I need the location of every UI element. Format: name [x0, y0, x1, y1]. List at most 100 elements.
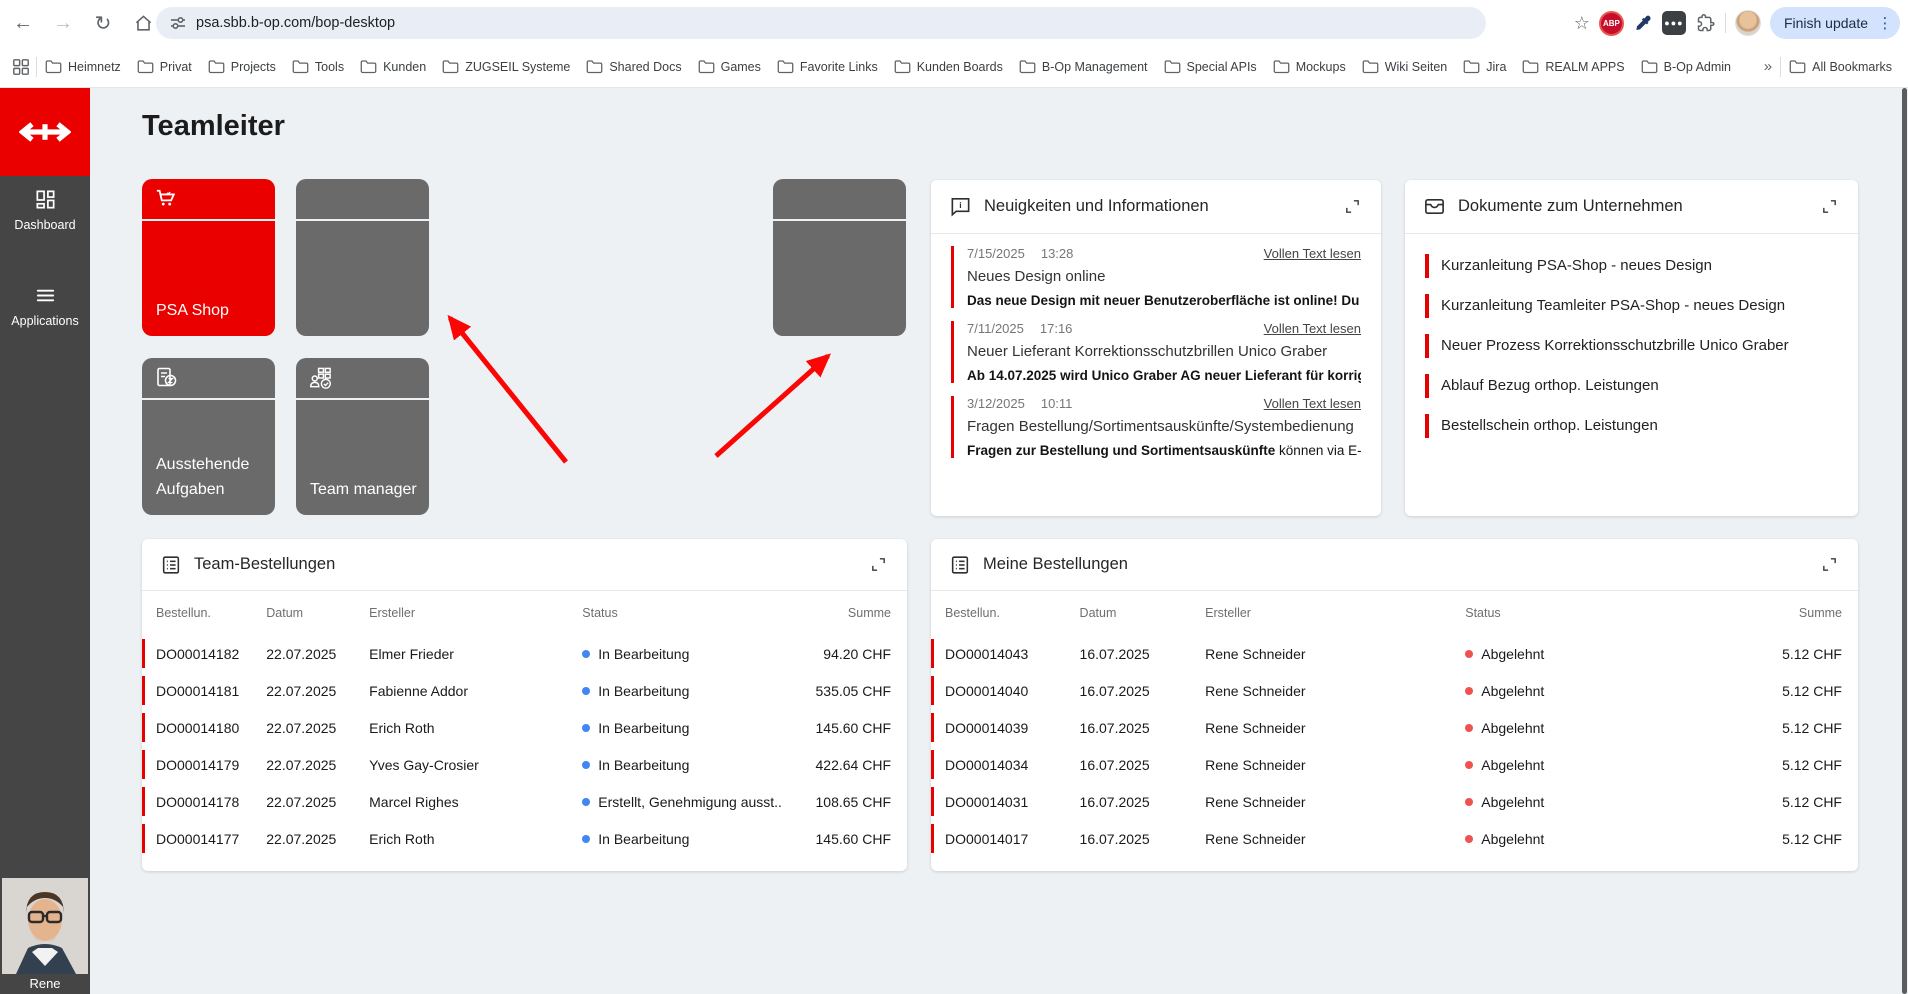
order-status: In Bearbeitung [582, 831, 781, 847]
table-row[interactable]: DO00014039 16.07.2025 Rene Schneider Abg… [931, 709, 1858, 746]
bookmark-folder[interactable]: Projects [200, 53, 284, 81]
tile-empty-1[interactable] [296, 179, 429, 336]
bookmark-folder[interactable]: Jira [1455, 53, 1514, 81]
bookmark-folder[interactable]: REALM APPS [1514, 53, 1632, 81]
table-row[interactable]: DO00014179 22.07.2025 Yves Gay-Crosier I… [142, 746, 907, 783]
bookmark-folder[interactable]: Tools [284, 53, 352, 81]
bookmark-folder[interactable]: Privat [129, 53, 200, 81]
table-row[interactable]: DO00014031 16.07.2025 Rene Schneider Abg… [931, 783, 1858, 820]
read-full-text-link[interactable]: Vollen Text lesen [1264, 246, 1361, 261]
table-row[interactable]: DO00014177 22.07.2025 Erich Roth In Bear… [142, 820, 907, 857]
sbb-logo[interactable] [0, 88, 90, 176]
bookmark-folder[interactable]: ZUGSEIL Systeme [434, 53, 578, 81]
bookmark-folder[interactable]: Kunden Boards [886, 53, 1011, 81]
tile-team-manager[interactable]: Team manager [296, 358, 429, 515]
column-header-summe[interactable]: Summe [781, 606, 891, 620]
table-row[interactable]: DO00014182 22.07.2025 Elmer Frieder In B… [142, 635, 907, 672]
reload-icon[interactable]: ↻ [86, 6, 120, 40]
folder-icon [586, 59, 603, 74]
folder-icon [1789, 59, 1806, 74]
column-header-summe[interactable]: Summe [1732, 606, 1842, 620]
column-header-bestellnummer[interactable]: Bestellun. [156, 606, 266, 620]
finish-update-button[interactable]: Finish update ⋮ [1770, 7, 1900, 39]
documents-list: Kurzanleitung PSA-Shop - neues Design Ku… [1405, 234, 1858, 438]
bookmark-folder[interactable]: B-Op Admin [1633, 53, 1739, 81]
news-time: 13:28 [1041, 246, 1074, 261]
address-bar[interactable]: psa.sbb.b-op.com/bop-desktop [156, 7, 1486, 39]
browser-profile-avatar[interactable] [1735, 10, 1761, 36]
bookmark-label: Privat [160, 60, 192, 74]
tile-label: Team manager [310, 478, 419, 503]
table-row[interactable]: DO00014180 22.07.2025 Erich Roth In Bear… [142, 709, 907, 746]
sidebar-item-dashboard[interactable]: Dashboard [0, 188, 90, 232]
all-bookmarks-button[interactable]: All Bookmarks [1781, 53, 1900, 81]
my-orders-rows: DO00014043 16.07.2025 Rene Schneider Abg… [931, 635, 1858, 857]
document-link[interactable]: Neuer Prozess Korrektionsschutzbrille Un… [1425, 334, 1838, 358]
status-dot-icon [582, 650, 590, 658]
bookmarks-overflow-icon[interactable]: » [1756, 58, 1780, 75]
document-link[interactable]: Kurzanleitung Teamleiter PSA-Shop - neue… [1425, 294, 1838, 318]
read-full-text-link[interactable]: Vollen Text lesen [1264, 321, 1361, 336]
column-header-datum[interactable]: Datum [266, 606, 369, 620]
document-link[interactable]: Ablauf Bezug orthop. Leistungen [1425, 374, 1838, 398]
expand-icon[interactable] [867, 554, 889, 576]
order-id: DO00014040 [945, 683, 1080, 699]
order-status: In Bearbeitung [582, 646, 781, 662]
tile-pending-tasks[interactable]: Ausstehende Aufgaben [142, 358, 275, 515]
column-header-status[interactable]: Status [1465, 606, 1732, 620]
document-link[interactable]: Kurzanleitung PSA-Shop - neues Design [1425, 254, 1838, 278]
column-header-bestellnummer[interactable]: Bestellun. [945, 606, 1080, 620]
news-title[interactable]: Fragen Bestellung/Sortimentsauskünfte/Sy… [967, 418, 1361, 435]
expand-icon[interactable] [1818, 554, 1840, 576]
tile-psa-shop[interactable]: PSA Shop [142, 179, 275, 336]
url-text: psa.sbb.b-op.com/bop-desktop [196, 15, 395, 31]
bookmark-folder[interactable]: Special APIs [1156, 53, 1265, 81]
folder-icon [894, 59, 911, 74]
expand-icon[interactable] [1818, 196, 1840, 218]
browser-menu-icon[interactable]: ⋮ [1876, 14, 1894, 32]
scrollbar-thumb[interactable] [1902, 88, 1907, 994]
bookmark-folder[interactable]: Heimnetz [37, 53, 129, 81]
status-dot-icon [1465, 835, 1473, 843]
notes-extension-icon[interactable]: ●●● [1662, 11, 1686, 35]
column-header-datum[interactable]: Datum [1080, 606, 1206, 620]
column-header-status[interactable]: Status [582, 606, 781, 620]
bookmark-folder[interactable]: Mockups [1265, 53, 1354, 81]
home-icon[interactable] [126, 6, 160, 40]
column-header-ersteller[interactable]: Ersteller [1205, 606, 1465, 620]
forward-icon[interactable]: → [46, 6, 80, 40]
bookmark-folder[interactable]: Favorite Links [769, 53, 886, 81]
document-link[interactable]: Bestellschein orthop. Leistungen [1425, 414, 1838, 438]
table-row[interactable]: DO00014017 16.07.2025 Rene Schneider Abg… [931, 820, 1858, 857]
dashboard-icon [34, 188, 57, 211]
back-icon[interactable]: ← [6, 6, 40, 40]
table-row[interactable]: DO00014034 16.07.2025 Rene Schneider Abg… [931, 746, 1858, 783]
table-row[interactable]: DO00014181 22.07.2025 Fabienne Addor In … [142, 672, 907, 709]
site-settings-icon[interactable] [170, 15, 186, 31]
bookmark-folder[interactable]: Wiki Seiten [1354, 53, 1456, 81]
expand-icon[interactable] [1341, 196, 1363, 218]
order-status: Abgelehnt [1465, 646, 1732, 662]
bookmark-folder[interactable]: Shared Docs [578, 53, 689, 81]
bookmark-folder[interactable]: Kunden [352, 53, 434, 81]
adblock-extension-icon[interactable]: ABP [1599, 11, 1624, 36]
apps-grid-icon[interactable] [12, 58, 30, 76]
bookmark-folder[interactable]: B-Op Management [1011, 53, 1156, 81]
colorpicker-extension-icon[interactable] [1633, 13, 1653, 33]
status-label: Abgelehnt [1481, 646, 1544, 662]
news-title[interactable]: Neuer Lieferant Korrektionsschutzbrillen… [967, 343, 1361, 360]
table-row[interactable]: DO00014178 22.07.2025 Marcel Righes Erst… [142, 783, 907, 820]
bookmark-star-icon[interactable]: ☆ [1574, 13, 1590, 34]
table-row[interactable]: DO00014040 16.07.2025 Rene Schneider Abg… [931, 672, 1858, 709]
news-title[interactable]: Neues Design online [967, 268, 1361, 285]
table-row[interactable]: DO00014043 16.07.2025 Rene Schneider Abg… [931, 635, 1858, 672]
order-id: DO00014031 [945, 794, 1080, 810]
tile-empty-2[interactable] [773, 179, 906, 336]
user-avatar[interactable] [2, 878, 88, 974]
read-full-text-link[interactable]: Vollen Text lesen [1264, 396, 1361, 411]
extensions-puzzle-icon[interactable] [1695, 13, 1716, 34]
news-date: 3/12/2025 [967, 396, 1025, 411]
bookmark-folder[interactable]: Games [690, 53, 769, 81]
sidebar-item-applications[interactable]: Applications [0, 284, 90, 328]
column-header-ersteller[interactable]: Ersteller [369, 606, 582, 620]
